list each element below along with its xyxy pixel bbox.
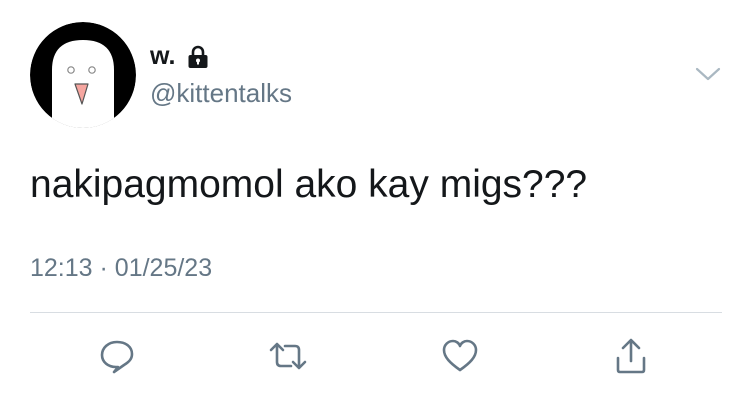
- share-icon: [611, 336, 651, 376]
- tweet-time: 12:13: [30, 254, 93, 282]
- display-name[interactable]: w.: [150, 44, 175, 69]
- retweet-icon: [268, 336, 308, 376]
- lock-icon: [187, 45, 209, 69]
- divider: [30, 312, 722, 313]
- ghost-face-avatar-icon: [30, 22, 136, 128]
- user-handle[interactable]: @kittentalks: [150, 80, 292, 106]
- avatar[interactable]: [30, 22, 136, 128]
- meta-separator: ·: [99, 254, 108, 282]
- tweet-text: nakipagmomol ako kay migs???: [30, 163, 588, 206]
- retweet-button[interactable]: [268, 336, 308, 376]
- tweet-date: 01/25/23: [114, 254, 213, 282]
- share-button[interactable]: [611, 336, 651, 376]
- like-button[interactable]: [440, 336, 480, 376]
- chevron-down-icon[interactable]: [694, 63, 722, 85]
- reply-button[interactable]: [97, 336, 137, 376]
- heart-icon: [440, 336, 480, 376]
- author-row: w.: [150, 44, 209, 69]
- reply-icon: [97, 336, 137, 376]
- tweet-timestamp[interactable]: 12:13 · 01/25/23: [30, 256, 212, 281]
